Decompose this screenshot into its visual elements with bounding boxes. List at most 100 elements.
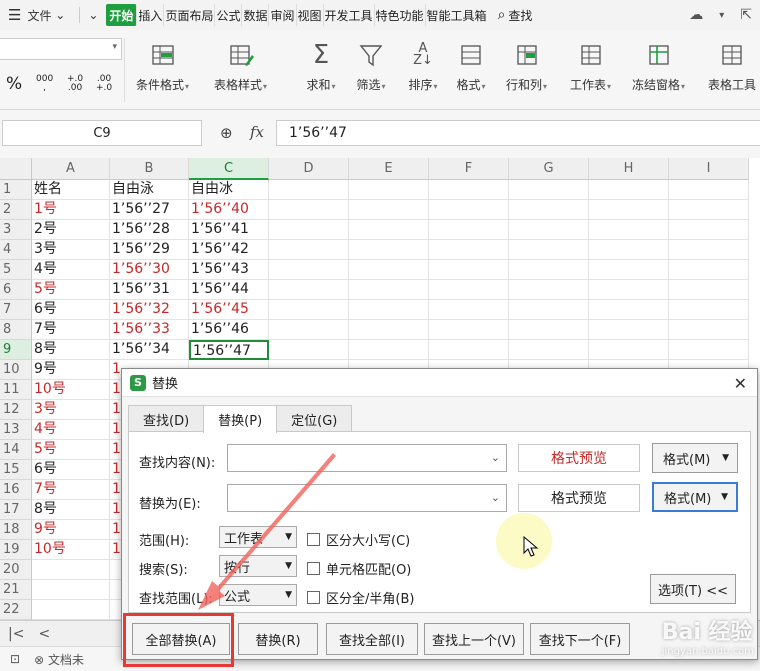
cell-b6[interactable]: 1’56’’31	[110, 280, 189, 300]
cell-b8[interactable]: 1’56’’33	[110, 320, 189, 340]
column-header-e[interactable]: E	[349, 158, 429, 180]
zoom-search-icon[interactable]: ⊕	[220, 124, 233, 142]
cell-a15[interactable]: 6号	[32, 460, 110, 480]
cell-a13[interactable]: 4号	[32, 420, 110, 440]
cell-e7[interactable]	[349, 300, 429, 320]
table-tools-button[interactable]: 表格工具	[708, 40, 756, 100]
replace-all-button[interactable]: 全部替换(A)	[132, 623, 230, 655]
cell-i9[interactable]	[669, 340, 749, 360]
cell-d2[interactable]	[269, 200, 349, 220]
cell-f7[interactable]	[429, 300, 509, 320]
match-cell-checkbox[interactable]: 单元格匹配(O)	[307, 559, 411, 578]
formula-input[interactable]: 1’56’’47	[276, 120, 760, 146]
row-header[interactable]: 3	[0, 220, 32, 240]
row-header[interactable]: 16	[0, 480, 32, 500]
cell-a12[interactable]: 3号	[32, 400, 110, 420]
number-format-select[interactable]: ▾	[0, 38, 122, 60]
cell-d7[interactable]	[269, 300, 349, 320]
cell-a8[interactable]: 7号	[32, 320, 110, 340]
tab-goto[interactable]: 定位(G)	[276, 405, 353, 432]
cell-d9[interactable]	[269, 340, 349, 360]
cloud-sync-icon[interactable]: ☁	[689, 7, 703, 23]
cell-a4[interactable]: 3号	[32, 240, 110, 260]
tab-home[interactable]: 开始	[106, 4, 138, 26]
cell-g9[interactable]	[509, 340, 589, 360]
row-header[interactable]: 18	[0, 520, 32, 540]
share-icon[interactable]: ⇱	[740, 7, 752, 23]
cell-b7[interactable]: 1’56’’32	[110, 300, 189, 320]
sum-button[interactable]: Σ 求和▾	[306, 40, 336, 100]
row-header[interactable]: 14	[0, 440, 32, 460]
cell-c4[interactable]: 1’56’’42	[189, 240, 269, 260]
tab-view[interactable]: 视图	[297, 4, 324, 26]
row-header[interactable]: 1	[0, 180, 32, 200]
scope-select[interactable]: 工作表 ▼	[219, 526, 297, 548]
cell-d3[interactable]	[269, 220, 349, 240]
cell-e5[interactable]	[349, 260, 429, 280]
tab-insert[interactable]: 插入	[137, 4, 165, 26]
cell-f5[interactable]	[429, 260, 509, 280]
cell-a22[interactable]	[32, 600, 110, 620]
cell-b5[interactable]: 1’56’’30	[110, 260, 189, 280]
cell-a11[interactable]: 10号	[32, 380, 110, 400]
sort-button[interactable]: A Z↓ 排序▾	[408, 40, 438, 100]
cell-d1[interactable]	[269, 180, 349, 200]
cell-g6[interactable]	[509, 280, 589, 300]
cell-g7[interactable]	[509, 300, 589, 320]
replace-format-button[interactable]: 格式(M) ▼	[652, 482, 738, 512]
row-header[interactable]: 11	[0, 380, 32, 400]
cell-h8[interactable]	[589, 320, 669, 340]
cell-h4[interactable]	[589, 240, 669, 260]
cell-c3[interactable]: 1’56’’41	[189, 220, 269, 240]
decrease-decimal-button[interactable]: .00 +.0	[96, 70, 112, 98]
cell-f3[interactable]	[429, 220, 509, 240]
cell-i3[interactable]	[669, 220, 749, 240]
cell-a7[interactable]: 6号	[32, 300, 110, 320]
cell-b4[interactable]: 1’56’’29	[110, 240, 189, 260]
cell-d6[interactable]	[269, 280, 349, 300]
match-width-checkbox[interactable]: 区分全/半角(B)	[307, 588, 414, 607]
cell-c2[interactable]: 1’56’’40	[189, 200, 269, 220]
cell-b9[interactable]: 1’56’’34	[110, 340, 189, 360]
find-all-button[interactable]: 查找全部(I)	[326, 623, 418, 655]
cell-c7[interactable]: 1’56’’45	[189, 300, 269, 320]
row-header[interactable]: 21	[0, 580, 32, 600]
table-style-button[interactable]: 表格样式▾	[214, 40, 267, 100]
cell-f8[interactable]	[429, 320, 509, 340]
first-sheet-icon[interactable]: |<	[8, 626, 24, 642]
tab-replace[interactable]: 替换(P)	[203, 405, 278, 433]
chevron-down-icon[interactable]: ⌄	[491, 451, 500, 464]
cell-e2[interactable]	[349, 200, 429, 220]
cell-a2[interactable]: 1号	[32, 200, 110, 220]
cell-e3[interactable]	[349, 220, 429, 240]
cell-a18[interactable]: 9号	[32, 520, 110, 540]
search-box[interactable]: ⌕ 查找	[498, 7, 533, 24]
row-header[interactable]: 6	[0, 280, 32, 300]
find-previous-button[interactable]: 查找上一个(V)	[424, 623, 524, 655]
cell-a9[interactable]: 8号	[32, 340, 110, 360]
column-header-a[interactable]: A	[32, 158, 110, 180]
cell-c8[interactable]: 1’56’’46	[189, 320, 269, 340]
cell-e9[interactable]	[349, 340, 429, 360]
cell-i7[interactable]	[669, 300, 749, 320]
row-header[interactable]: 2	[0, 200, 32, 220]
cell-a10[interactable]: 9号	[32, 360, 110, 380]
column-header-i[interactable]: I	[669, 158, 749, 180]
cell-g8[interactable]	[509, 320, 589, 340]
worksheet-button[interactable]: 工作表▾	[570, 40, 611, 100]
cell-d4[interactable]	[269, 240, 349, 260]
cell-b3[interactable]: 1’56’’28	[110, 220, 189, 240]
tab-formulas[interactable]: 公式	[215, 4, 243, 26]
tab-special[interactable]: 特色功能	[375, 4, 426, 26]
cell-h3[interactable]	[589, 220, 669, 240]
column-header-h[interactable]: H	[589, 158, 669, 180]
cell-i6[interactable]	[669, 280, 749, 300]
row-header[interactable]: 19	[0, 540, 32, 560]
row-header[interactable]: 22	[0, 600, 32, 620]
hamburger-menu-icon[interactable]: ☰	[0, 0, 25, 30]
cell-i2[interactable]	[669, 200, 749, 220]
cell-a6[interactable]: 5号	[32, 280, 110, 300]
cell-f9[interactable]	[429, 340, 509, 360]
find-next-button[interactable]: 查找下一个(F)	[530, 623, 630, 655]
find-format-button[interactable]: 格式(M) ▼	[652, 443, 738, 473]
